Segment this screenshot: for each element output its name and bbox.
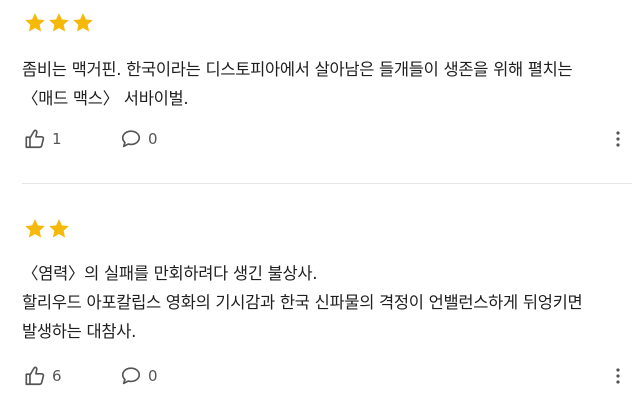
star-icon [72, 12, 94, 33]
speech-bubble-icon [120, 128, 142, 150]
review-text: 〈염력〉의 실패를 만회하려다 생긴 불상사. 할리우드 아포칼립스 영화의 기… [22, 259, 583, 346]
like-count: 1 [52, 130, 62, 148]
review-text-line: 할리우드 아포칼립스 영화의 기시감과 한국 신파물의 격정이 언밸런스하게 뒤… [22, 293, 583, 312]
comment-button[interactable]: 0 [120, 365, 158, 387]
comment-button[interactable]: 0 [120, 128, 158, 150]
speech-bubble-icon [120, 365, 142, 387]
star-rating [24, 218, 70, 239]
star-icon [24, 12, 46, 33]
star-icon [48, 12, 70, 33]
review-actions: 6 0 [24, 364, 632, 388]
like-button[interactable]: 1 [24, 128, 120, 150]
like-count: 6 [52, 367, 62, 385]
star-icon [24, 218, 46, 239]
thumbs-up-icon [24, 128, 46, 150]
more-options-button[interactable] [610, 127, 626, 151]
review-text-line: 〈매드 맥스〉 서바이벌. [22, 89, 189, 108]
star-icon [48, 218, 70, 239]
more-vertical-icon [616, 131, 620, 147]
thumbs-up-icon [24, 365, 46, 387]
review-card: 좀비는 맥거핀. 한국이라는 디스토피아에서 살아남은 들개들이 생존을 위해 … [0, 0, 642, 184]
review-text-line: 좀비는 맥거핀. 한국이라는 디스토피아에서 살아남은 들개들이 생존을 위해 … [22, 60, 573, 79]
comment-count: 0 [148, 367, 158, 385]
like-button[interactable]: 6 [24, 365, 120, 387]
review-actions: 1 0 [24, 127, 632, 151]
review-text: 좀비는 맥거핀. 한국이라는 디스토피아에서 살아남은 들개들이 생존을 위해 … [22, 55, 573, 113]
more-vertical-icon [616, 368, 620, 384]
more-options-button[interactable] [610, 364, 626, 388]
star-rating [24, 12, 94, 33]
comment-count: 0 [148, 130, 158, 148]
review-text-line: 발생하는 대참사. [22, 322, 137, 341]
review-card: 〈염력〉의 실패를 만회하려다 생긴 불상사. 할리우드 아포칼립스 영화의 기… [0, 184, 642, 416]
review-text-line: 〈염력〉의 실패를 만회하려다 생긴 불상사. [22, 264, 318, 283]
